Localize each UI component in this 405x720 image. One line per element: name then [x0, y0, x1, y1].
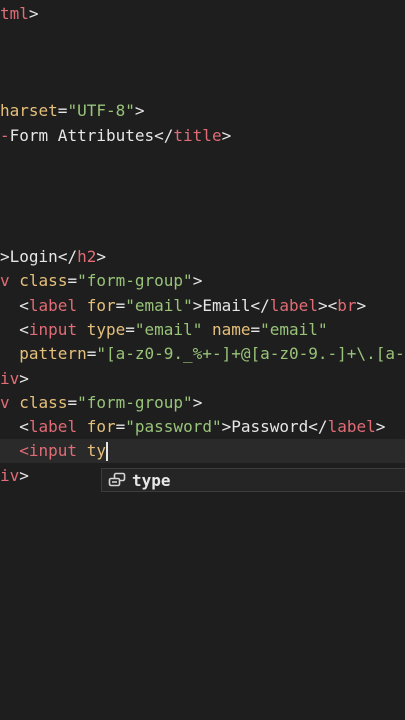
code-token: v — [0, 392, 10, 412]
code-token: type — [86, 319, 126, 339]
autocomplete-item-label[interactable]: type — [132, 471, 171, 490]
code-token: >< — [317, 295, 338, 315]
code-token: name — [211, 319, 251, 339]
code-token: </ — [57, 247, 78, 266]
code-token: h2 — [77, 247, 97, 266]
code-token: < — [0, 319, 29, 339]
code-token: Email — [202, 295, 251, 315]
code-token: for — [86, 295, 116, 315]
autocomplete-popup[interactable]: type — [101, 468, 405, 492]
code-token: "UTF-8" — [67, 101, 135, 121]
code-line[interactable]: tml> — [0, 2, 405, 26]
code-line[interactable] — [0, 75, 405, 99]
code-token: > — [375, 417, 386, 437]
code-token: "email" — [125, 295, 193, 315]
code-token: > — [192, 295, 203, 315]
code-token: "[a-z0-9._%+-]+@[a-z0-9.-]+\.[a- — [96, 344, 405, 364]
code-token: Login — [9, 247, 58, 266]
code-line[interactable]: iv> — [0, 367, 405, 391]
code-token: Password — [231, 417, 309, 437]
text-cursor — [105, 442, 108, 462]
code-token: > — [0, 247, 10, 266]
code-token: "password" — [125, 417, 222, 437]
code-token: </ — [154, 125, 174, 145]
code-token: > — [19, 465, 29, 485]
code-token: = — [115, 295, 126, 315]
code-token: iv — [0, 465, 20, 485]
code-line[interactable] — [0, 148, 405, 172]
code-line[interactable] — [0, 51, 405, 75]
code-token: <input — [19, 441, 78, 461]
code-token: "email" — [134, 319, 203, 339]
code-token: > — [356, 295, 367, 315]
code-line[interactable] — [0, 196, 405, 220]
code-token: </ — [308, 417, 328, 437]
code-token: = — [57, 101, 68, 121]
code-token: for — [86, 417, 116, 437]
code-token: v — [0, 271, 10, 291]
code-token: > — [96, 247, 106, 266]
code-token: > — [19, 368, 29, 388]
code-token: Form Attributes — [9, 125, 155, 145]
code-line[interactable]: v class="form-group"> — [0, 269, 405, 293]
code-line[interactable] — [0, 221, 405, 245]
code-token: title — [173, 125, 222, 145]
code-line[interactable] — [0, 172, 405, 196]
code-token: = — [115, 417, 126, 437]
code-token: class — [19, 392, 68, 412]
code-token: class — [19, 271, 68, 291]
code-token: pattern — [19, 344, 87, 364]
code-token: = — [67, 271, 78, 291]
code-token: = — [125, 319, 135, 339]
code-token: label — [269, 295, 318, 315]
code-line[interactable]: pattern="[a-z0-9._%+-]+@[a-z0-9.-]+\.[a- — [0, 342, 405, 366]
code-line[interactable]: harset="UTF-8"> — [0, 99, 405, 123]
code-line[interactable]: <input type="email" name="email" — [0, 318, 405, 342]
code-editor[interactable]: tml> harset="UTF-8"> -Form Attributes</tit… — [0, 0, 405, 720]
code-token: harset — [0, 101, 58, 121]
code-token: "email" — [260, 319, 328, 339]
code-token: = — [250, 319, 261, 339]
code-token: ty — [86, 441, 106, 461]
code-token: input — [28, 319, 78, 339]
code-token: < — [0, 417, 29, 437]
code-token: - — [0, 125, 10, 145]
code-line-current[interactable]: <input ty — [0, 439, 405, 464]
code-line[interactable] — [0, 26, 405, 50]
code-token: > — [221, 125, 232, 145]
code-token: label — [28, 417, 78, 437]
code-token: > — [134, 101, 145, 121]
code-token: = — [86, 344, 97, 364]
code-token: < — [0, 295, 29, 315]
code-token: > — [28, 4, 39, 23]
code-token: > — [221, 417, 232, 437]
code-token: label — [327, 417, 376, 437]
code-token: tml — [0, 4, 29, 23]
code-token: > — [192, 392, 203, 412]
code-token: iv — [0, 368, 20, 388]
code-line[interactable]: <label for="password">Password</label> — [0, 415, 405, 439]
code-token: > — [192, 271, 203, 291]
code-token: br — [337, 295, 357, 315]
code-token: "form-group" — [77, 392, 193, 412]
code-token: = — [67, 392, 78, 412]
code-token: "form-group" — [77, 271, 193, 291]
code-line[interactable]: <label for="email">Email</label><br> — [0, 294, 405, 318]
code-token: label — [28, 295, 78, 315]
code-line[interactable]: >Login</h2> — [0, 245, 405, 269]
code-line[interactable]: v class="form-group"> — [0, 391, 405, 415]
code-token: </ — [250, 295, 270, 315]
property-icon — [108, 472, 126, 488]
code-line[interactable]: -Form Attributes</title> — [0, 124, 405, 148]
